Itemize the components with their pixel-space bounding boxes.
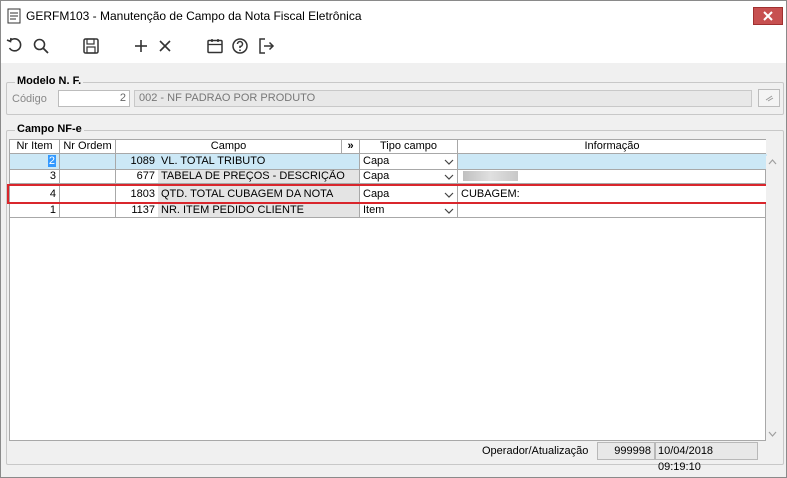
col-header-nr-ordem[interactable]: Nr Ordem [60, 140, 116, 154]
col-header-nr-item[interactable]: Nr Item [10, 140, 60, 154]
calendar-icon[interactable] [205, 36, 225, 56]
lookup-icon [765, 95, 774, 102]
title-bar: GERFM103 - Manutenção de Campo da Nota F… [1, 1, 786, 31]
row-highlight-box [7, 184, 768, 204]
vertical-scrollbar[interactable] [766, 156, 779, 441]
modelo-nf-title: Modelo N. F. [15, 75, 84, 87]
informacao-cell[interactable] [458, 170, 766, 184]
chevron-down-icon [444, 208, 454, 214]
nr-item-cell[interactable]: 1 [10, 204, 60, 218]
save-icon[interactable] [81, 36, 101, 56]
close-button[interactable] [753, 7, 783, 25]
tipo-campo-value: Capa [363, 170, 390, 182]
nr-item-cell[interactable]: 3 [10, 170, 60, 184]
delete-icon[interactable] [155, 36, 175, 56]
codigo-label: Código [12, 93, 47, 105]
operador-atualizacao-label: Operador/Atualização [482, 445, 589, 457]
window-title: GERFM103 - Manutenção de Campo da Nota F… [26, 9, 362, 23]
informacao-cell[interactable] [458, 204, 766, 218]
campo-code-cell[interactable]: 677 [116, 170, 158, 184]
operador-field: 999998 [597, 442, 655, 460]
campo-desc-cell: NR. ITEM PEDIDO CLIENTE [158, 204, 360, 218]
col-header-campo[interactable]: Campo [116, 140, 342, 154]
scroll-up-icon[interactable] [768, 159, 777, 165]
document-icon [7, 8, 21, 24]
nr-ordem-cell[interactable] [60, 154, 116, 170]
col-header-expand[interactable]: » [342, 140, 360, 154]
tipo-campo-value: Capa [363, 155, 390, 167]
tipo-campo-value: Item [363, 204, 385, 216]
chevron-down-icon [444, 159, 454, 165]
nr-item-value: 2 [47, 155, 56, 167]
toolbar [1, 31, 786, 63]
add-icon[interactable] [131, 36, 151, 56]
nr-ordem-cell[interactable] [60, 204, 116, 218]
campo-code-cell[interactable]: 1137 [116, 204, 158, 218]
atualizacao-field: 10/04/2018 09:19:10 [655, 442, 758, 473]
nr-ordem-cell[interactable] [60, 170, 116, 184]
campo-desc-cell: VL. TOTAL TRIBUTO [158, 154, 360, 170]
undo-icon[interactable] [5, 36, 25, 56]
codigo-field[interactable]: 2 [58, 90, 130, 107]
table-row[interactable]: 3 677 TABELA DE PREÇOS - DESCRIÇÃO Capa [10, 170, 767, 184]
campo-desc-cell: TABELA DE PREÇOS - DESCRIÇÃO [158, 170, 360, 184]
app-window: GERFM103 - Manutenção de Campo da Nota F… [0, 0, 787, 478]
col-header-informacao[interactable]: Informação [458, 140, 766, 154]
redacted-text [463, 171, 518, 182]
campo-nfe-title: Campo NF-e [15, 123, 84, 135]
col-header-tipo-campo[interactable]: Tipo campo [360, 140, 458, 154]
informacao-cell[interactable] [458, 154, 766, 170]
tipo-campo-select[interactable]: Capa [360, 170, 458, 184]
search-icon[interactable] [31, 36, 51, 56]
campo-code-cell[interactable]: 1089 [116, 154, 158, 170]
modelo-description-field: 002 - NF PADRAO POR PRODUTO [134, 90, 752, 107]
exit-icon[interactable] [256, 36, 276, 56]
tipo-campo-select[interactable]: Item [360, 204, 458, 218]
table-row[interactable]: 2 1089 VL. TOTAL TRIBUTO Capa [10, 154, 767, 170]
lookup-button[interactable] [758, 89, 780, 107]
table-row[interactable]: 1 1137 NR. ITEM PEDIDO CLIENTE Item [10, 204, 767, 218]
help-icon[interactable] [230, 36, 250, 56]
tipo-campo-select[interactable]: Capa [360, 154, 458, 170]
nr-item-cell[interactable]: 2 [10, 154, 60, 170]
scroll-down-icon[interactable] [768, 431, 777, 437]
close-icon [763, 11, 773, 21]
chevron-down-icon [444, 174, 454, 180]
